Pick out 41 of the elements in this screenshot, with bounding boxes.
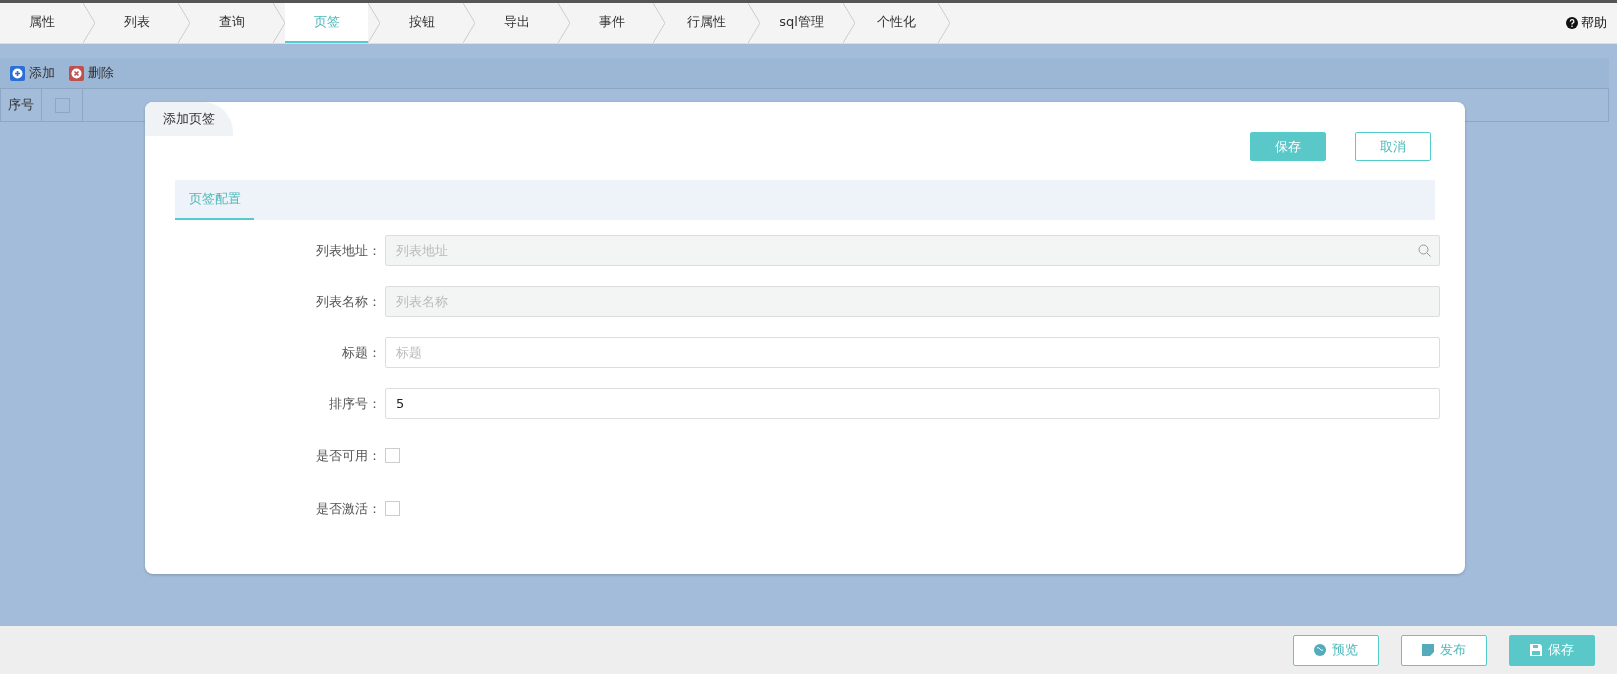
- globe-icon: [1314, 644, 1326, 656]
- nav-tab[interactable]: 按钮: [380, 3, 463, 43]
- chevron-divider: [938, 3, 950, 43]
- nav-tab[interactable]: sql管理: [760, 3, 843, 43]
- chevron-divider: [368, 3, 380, 43]
- chevron-divider: [558, 3, 570, 43]
- chevron-divider: [273, 3, 285, 43]
- field-label: 列表地址：: [315, 241, 381, 260]
- column-header: 序号: [8, 96, 34, 114]
- nav-tab[interactable]: 导出: [475, 3, 558, 43]
- chevron-divider: [843, 3, 855, 43]
- field-label: 是否可用：: [315, 446, 381, 465]
- chevron-divider: [178, 3, 190, 43]
- help-icon: [1566, 17, 1578, 29]
- field-label: 是否激活：: [315, 499, 381, 518]
- nav-tab[interactable]: 行属性: [665, 3, 748, 43]
- checkbox[interactable]: [385, 448, 400, 463]
- chevron-divider: [653, 3, 665, 43]
- chevron-divider: [748, 3, 760, 43]
- nav-tab[interactable]: 属性: [0, 3, 83, 43]
- field-label: 标题：: [341, 343, 381, 362]
- delete-icon: [69, 65, 84, 81]
- nav-tab[interactable]: 列表: [95, 3, 178, 43]
- field-label: 列表名称：: [315, 292, 381, 311]
- help-link[interactable]: 帮助: [1581, 14, 1607, 32]
- plus-icon: [10, 65, 25, 81]
- input-field[interactable]: 标题: [385, 337, 1440, 368]
- delete-button[interactable]: 删除: [69, 64, 114, 82]
- floppy-icon: [1530, 644, 1542, 656]
- chevron-divider: [463, 3, 475, 43]
- nav-tab[interactable]: 个性化: [855, 3, 938, 43]
- search-icon[interactable]: [1418, 244, 1431, 257]
- add-button[interactable]: 添加: [10, 64, 55, 82]
- checkbox[interactable]: [385, 501, 400, 516]
- note-icon: [1422, 644, 1434, 656]
- nav-tab[interactable]: 事件: [570, 3, 653, 43]
- input-field[interactable]: 5: [385, 388, 1440, 419]
- field-label: 排序号：: [328, 394, 381, 413]
- chevron-divider: [83, 3, 95, 43]
- dialog-title: 添加页签: [145, 102, 233, 136]
- nav-tab[interactable]: 查询: [190, 3, 273, 43]
